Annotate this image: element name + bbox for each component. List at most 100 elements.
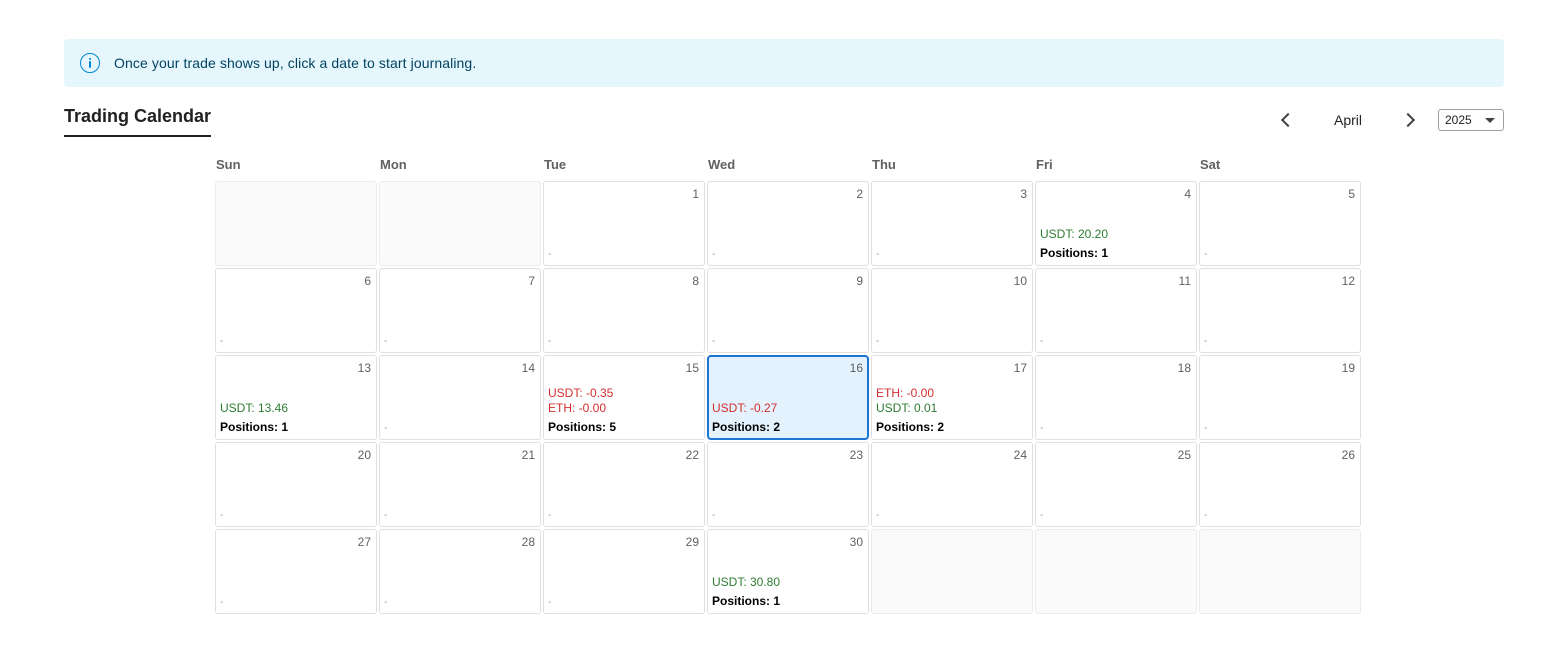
day-number: 30	[849, 535, 863, 549]
positions-count: Positions: 1	[1040, 246, 1109, 260]
calendar-day-22[interactable]: 22 -	[543, 442, 705, 527]
calendar-day-6[interactable]: 6-	[215, 268, 377, 353]
day-summary: ETH: -0.00 USDT: 0.01 Positions: 2	[876, 386, 1028, 435]
chevron-right-icon	[1400, 112, 1416, 128]
calendar-day-19[interactable]: 19 -	[1199, 355, 1361, 440]
day-number: 29	[685, 535, 699, 549]
day-number: 28	[521, 535, 535, 549]
calendar-empty-cell	[379, 181, 541, 266]
day-number: 15	[685, 361, 699, 375]
day-summary: -	[1040, 336, 1192, 348]
day-summary: -	[548, 249, 700, 261]
calendar-day-10[interactable]: 10 -	[871, 268, 1033, 353]
calendar-day-8[interactable]: 8-	[543, 268, 705, 353]
day-summary: -	[220, 336, 372, 348]
day-summary: -	[1204, 249, 1356, 261]
calendar-day-26[interactable]: 26 -	[1199, 442, 1361, 527]
pnl-entry: USDT: -0.35	[548, 386, 614, 400]
calendar-day-4[interactable]: 4 USDT: 20.20 Positions: 1	[1035, 181, 1197, 266]
info-banner-message: Once your trade shows up, click a date t…	[114, 55, 477, 71]
weekday-label: Mon	[380, 157, 407, 172]
month-navigation: April 2025	[1268, 104, 1504, 136]
weekday-label: Fri	[1036, 157, 1053, 172]
calendar-day-24[interactable]: 24 -	[871, 442, 1033, 527]
calendar-empty-cell	[215, 181, 377, 266]
calendar-day-2[interactable]: 2-	[707, 181, 869, 266]
day-summary: USDT: 13.46 Positions: 1	[220, 401, 372, 435]
pnl-entry: USDT: 20.20	[1040, 227, 1109, 241]
day-number: 19	[1341, 361, 1355, 375]
day-summary: -	[712, 336, 864, 348]
calendar-day-17[interactable]: 17 ETH: -0.00 USDT: 0.01 Positions: 2	[871, 355, 1033, 440]
day-number: 18	[1177, 361, 1191, 375]
calendar-day-13[interactable]: 13 USDT: 13.46 Positions: 1	[215, 355, 377, 440]
day-summary: USDT: -0.35 ETH: -0.00 Positions: 5	[548, 386, 700, 435]
info-banner: Once your trade shows up, click a date t…	[64, 39, 1504, 87]
year-select[interactable]: 2025	[1438, 109, 1504, 131]
no-trades-placeholder: -	[220, 510, 224, 521]
day-number: 26	[1341, 448, 1355, 462]
day-number: 13	[357, 361, 371, 375]
day-number: 22	[685, 448, 699, 462]
calendar-day-23[interactable]: 23 -	[707, 442, 869, 527]
day-summary: USDT: 30.80 Positions: 1	[712, 575, 864, 609]
day-number: 2	[856, 187, 863, 201]
calendar-day-14[interactable]: 14 -	[379, 355, 541, 440]
day-number: 11	[1178, 274, 1191, 288]
weekday-label: Sun	[216, 157, 241, 172]
previous-month-button[interactable]	[1268, 104, 1304, 136]
no-trades-placeholder: -	[1040, 336, 1044, 347]
day-number: 9	[856, 274, 863, 288]
day-summary: USDT: 20.20 Positions: 1	[1040, 227, 1192, 261]
day-summary: -	[1204, 336, 1356, 348]
calendar-day-29[interactable]: 29 -	[543, 529, 705, 614]
calendar-day-12[interactable]: 12 -	[1199, 268, 1361, 353]
calendar-day-9[interactable]: 9-	[707, 268, 869, 353]
calendar-day-30[interactable]: 30 USDT: 30.80 Positions: 1	[707, 529, 869, 614]
no-trades-placeholder: -	[1204, 336, 1208, 347]
month-label: April	[1333, 112, 1362, 128]
day-summary: -	[384, 597, 536, 609]
page-title: Trading Calendar	[64, 106, 212, 137]
no-trades-placeholder: -	[220, 336, 224, 347]
calendar-day-7[interactable]: 7-	[379, 268, 541, 353]
calendar-day-25[interactable]: 25 -	[1035, 442, 1197, 527]
day-summary: -	[712, 510, 864, 522]
calendar-day-11[interactable]: 11 -	[1035, 268, 1197, 353]
pnl-entry: USDT: 30.80	[712, 575, 781, 589]
calendar-day-3[interactable]: 3-	[871, 181, 1033, 266]
calendar-day-1[interactable]: 1-	[543, 181, 705, 266]
day-summary: -	[1040, 510, 1192, 522]
day-number: 4	[1184, 187, 1191, 201]
calendar-day-5[interactable]: 5-	[1199, 181, 1361, 266]
no-trades-placeholder: -	[1040, 423, 1044, 434]
caret-down-icon	[1485, 117, 1495, 123]
no-trades-placeholder: -	[548, 597, 552, 608]
no-trades-placeholder: -	[1040, 510, 1044, 521]
day-summary: -	[1204, 510, 1356, 522]
calendar-empty-cell	[1199, 529, 1361, 614]
calendar-day-20[interactable]: 20 -	[215, 442, 377, 527]
no-trades-placeholder: -	[548, 336, 552, 347]
year-select-value: 2025	[1445, 113, 1472, 127]
day-number: 16	[849, 361, 863, 375]
day-summary: USDT: -0.27 Positions: 2	[712, 401, 863, 435]
no-trades-placeholder: -	[384, 597, 388, 608]
day-number: 12	[1341, 274, 1355, 288]
day-summary: -	[876, 249, 1028, 261]
calendar-day-27[interactable]: 27 -	[215, 529, 377, 614]
day-number: 20	[357, 448, 371, 462]
calendar-day-15[interactable]: 15 USDT: -0.35 ETH: -0.00 Positions: 5	[543, 355, 705, 440]
info-icon	[80, 53, 100, 73]
day-number: 24	[1013, 448, 1027, 462]
calendar-day-18[interactable]: 18 -	[1035, 355, 1197, 440]
weekday-header: Sun Mon Tue Wed Thu Fri Sat	[215, 157, 1360, 181]
calendar-day-16[interactable]: 16 USDT: -0.27 Positions: 2	[707, 355, 869, 440]
calendar-day-21[interactable]: 21 -	[379, 442, 541, 527]
day-number: 6	[364, 274, 371, 288]
next-month-button[interactable]	[1392, 104, 1428, 136]
no-trades-placeholder: -	[1204, 249, 1208, 260]
day-number: 3	[1020, 187, 1027, 201]
calendar-day-28[interactable]: 28 -	[379, 529, 541, 614]
no-trades-placeholder: -	[712, 510, 716, 521]
